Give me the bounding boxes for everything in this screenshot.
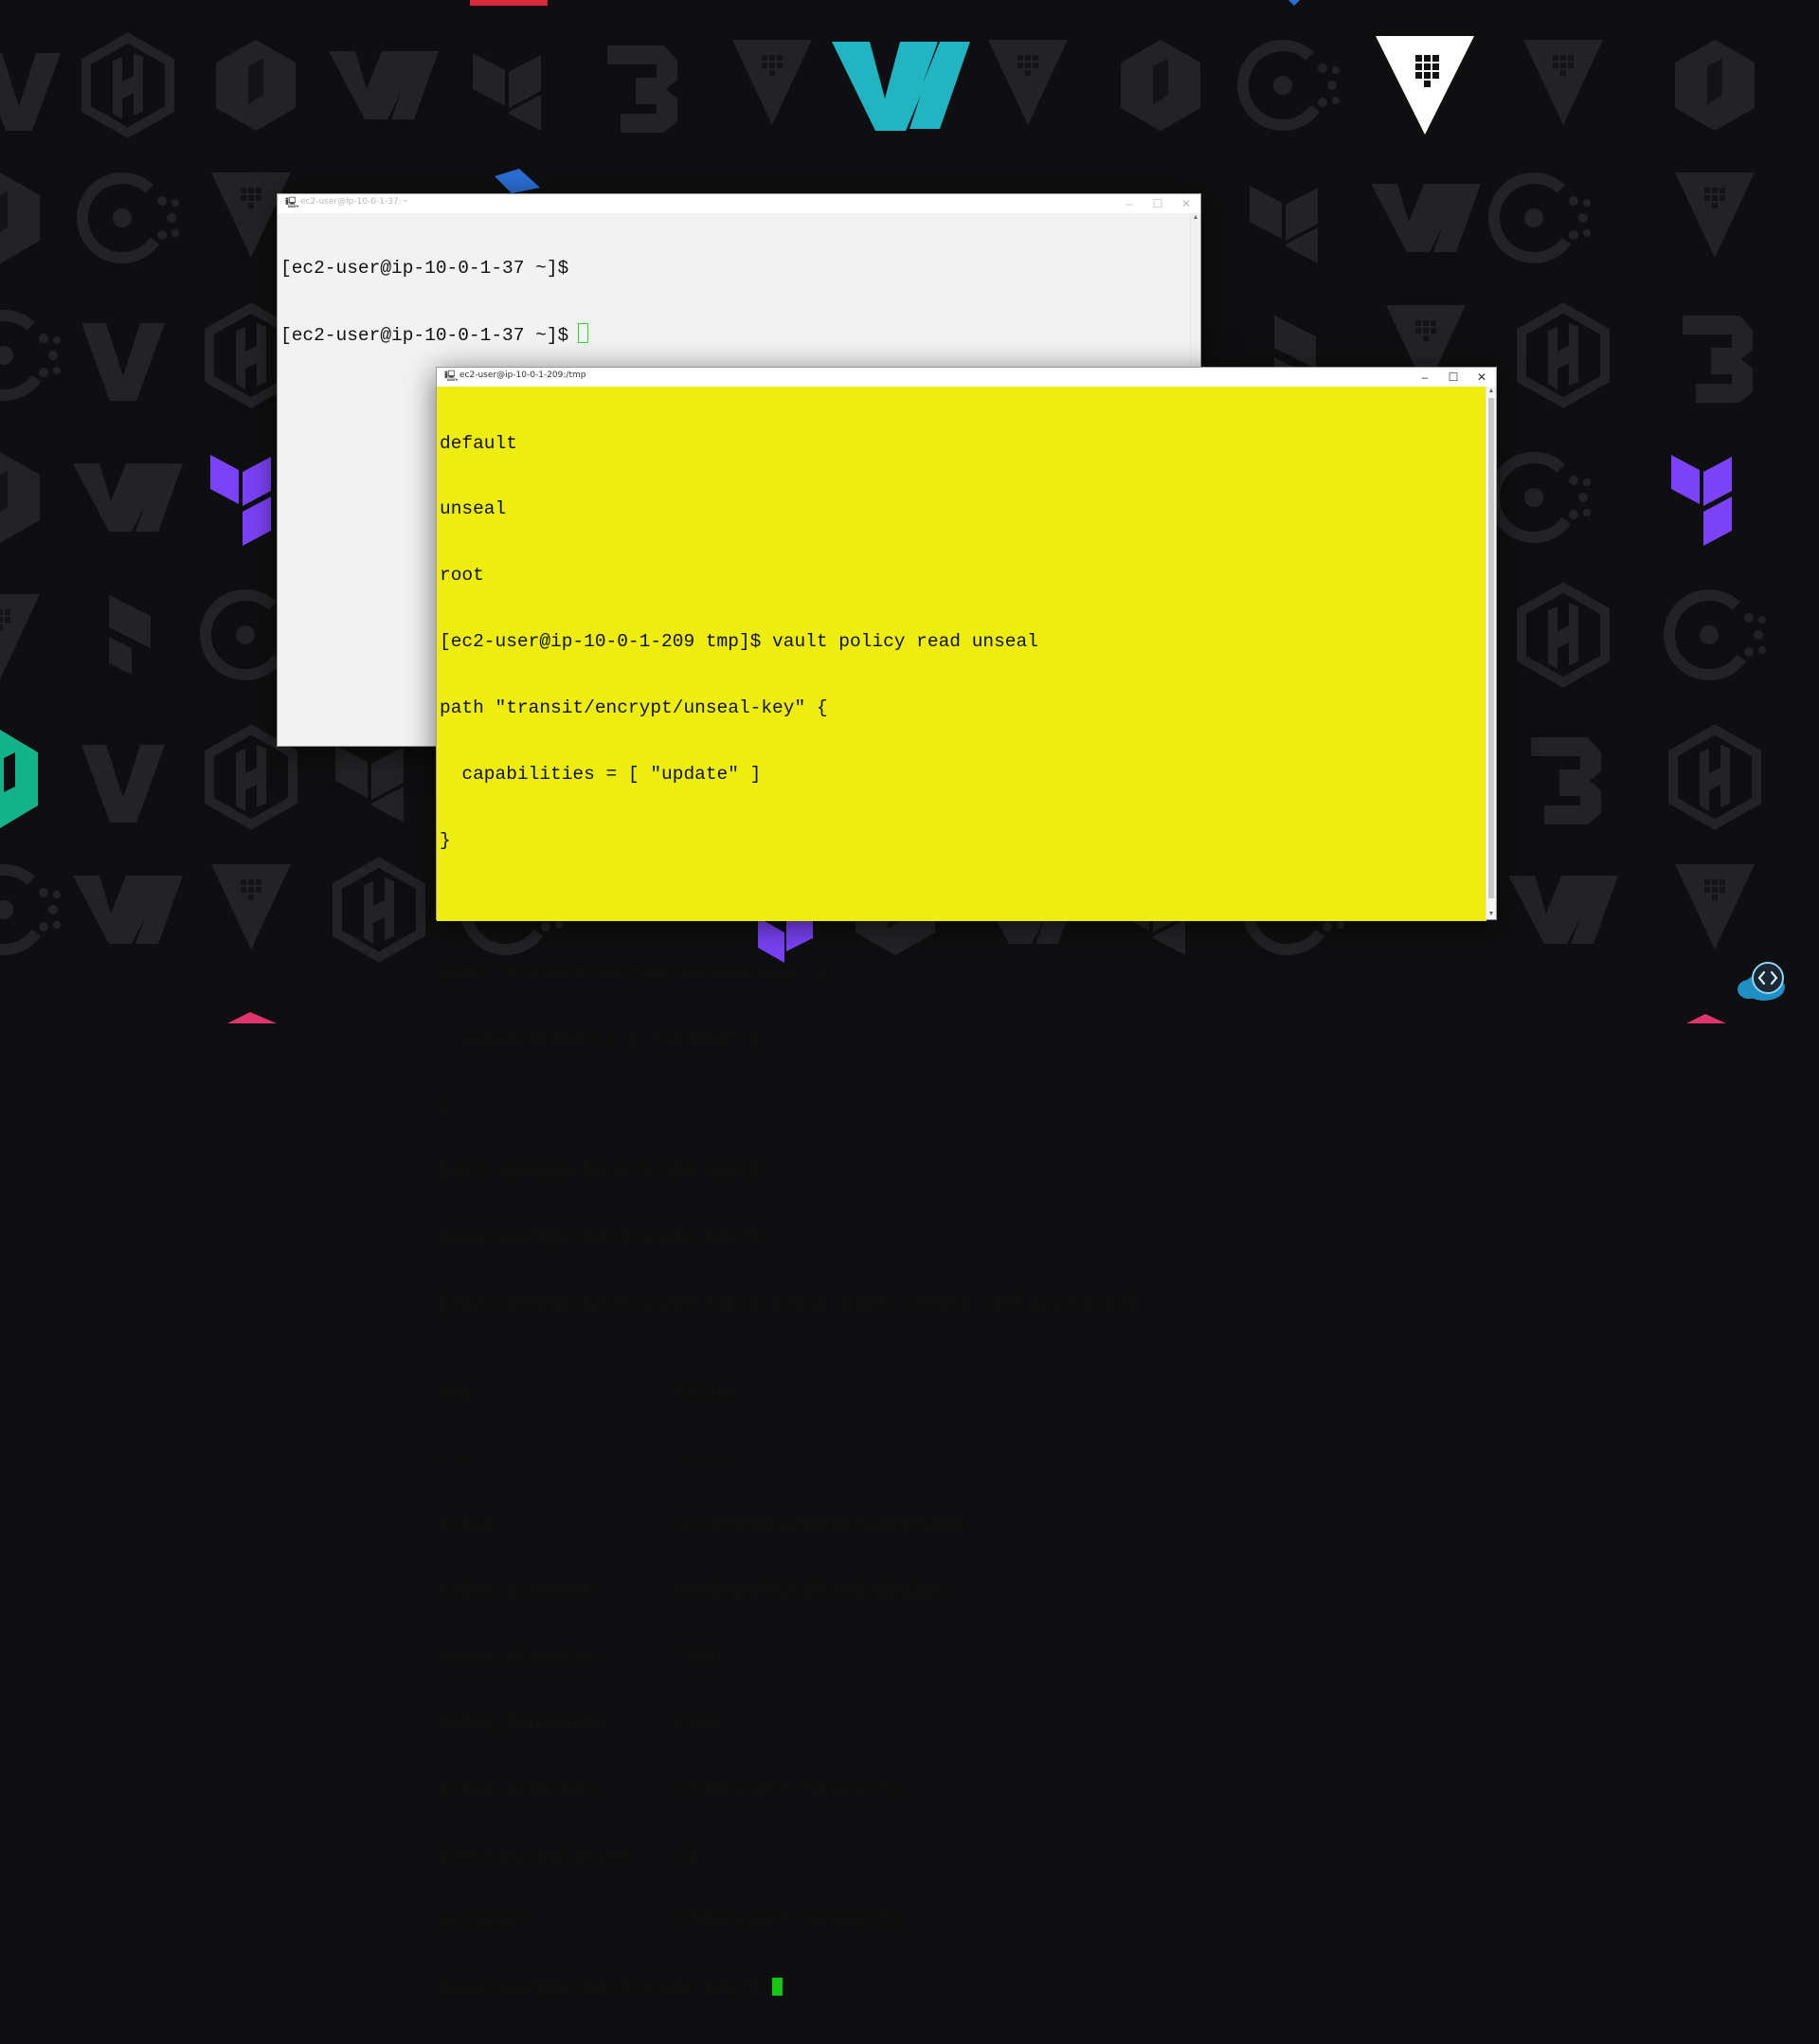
terminal-line: default <box>440 432 517 454</box>
putty-icon: 🖳 <box>444 371 459 382</box>
maximize-button[interactable]: ☐ <box>1144 194 1172 213</box>
scroll-up-icon[interactable]: ▲ <box>1191 213 1200 223</box>
divider-key: --- <box>440 1448 474 1470</box>
terminal-line: [ec2-user@ip-10-0-1-209 tmp]$ vault toke… <box>440 1293 1139 1315</box>
terminal-prompt-line[interactable]: [ec2-user@ip-10-0-1-209 tmp]$ <box>440 1978 1486 1999</box>
terminal-line: [ec2-user@ip-10-0-1-209 tmp]$ vault poli… <box>440 631 1038 653</box>
terraform-logo-purple-right <box>1671 455 1732 546</box>
scroll-thumb[interactable] <box>1488 398 1494 898</box>
cursor <box>578 323 589 344</box>
token-table-divider: --- ----- <box>440 1448 1486 1470</box>
hex-logo-green <box>0 730 38 828</box>
terminal-line: capabilities = [ "update" ] <box>440 764 762 786</box>
close-button[interactable]: ✕ <box>1172 194 1200 213</box>
boundary-logo-blue <box>495 169 540 193</box>
scrollbar[interactable]: ▲ ▼ <box>1486 387 1496 919</box>
waypoint-logo-teal <box>832 42 970 131</box>
terminal-line: [ec2-user@ip-10-0-1-209 tmp]$ <box>440 1227 762 1249</box>
maximize-button[interactable]: ☐ <box>1439 368 1468 387</box>
row-value: 768h <box>677 1646 722 1668</box>
token-table-header: Key Value <box>440 1382 1486 1403</box>
title-bar[interactable]: 🖳 ec2-user@ip-10-0-1-37:~ – ☐ ✕ <box>278 194 1200 214</box>
row-value: VtKG91SPhC515hHak3BBoZga <box>677 1581 944 1602</box>
vault-logo-white <box>1376 36 1474 135</box>
row-key: identity_policies <box>440 1845 628 1867</box>
terminal-line: [ec2-user@ip-10-0-1-209 tmp]$ <box>440 1161 762 1183</box>
table-row: token_policies ["default" "unseal"] <box>440 1780 1486 1801</box>
scroll-down-icon[interactable]: ▼ <box>1486 910 1496 919</box>
window-title: ec2-user@ip-10-0-1-209:/tmp <box>459 371 586 380</box>
window-title: ec2-user@ip-10-0-1-37:~ <box>300 197 409 207</box>
row-value: ["default" "unseal"] <box>677 1779 900 1800</box>
table-row: identity_policies [] <box>440 1846 1486 1868</box>
scroll-up-icon[interactable]: ▲ <box>1486 387 1496 396</box>
terraform-logo-purple-left <box>210 455 271 546</box>
terminal-line: [ec2-user@ip-10-0-1-37 ~]$ <box>280 323 1194 346</box>
column-key: Key <box>440 1382 474 1403</box>
column-value: Value <box>677 1382 733 1403</box>
row-key: policies <box>440 1911 529 1933</box>
divider-value: ----- <box>677 1448 733 1470</box>
minimize-button[interactable]: – <box>1115 194 1144 213</box>
terminal-output[interactable]: default unseal root [ec2-user@ip-10-0-1-… <box>437 387 1486 1999</box>
row-value: ["default" "unseal"] <box>677 1911 900 1933</box>
table-row: policies ["default" "unseal"] <box>440 1911 1486 1933</box>
terminal-line: [ec2-user@ip-10-0-1-37 ~]$ <box>280 257 569 279</box>
table-row: token_accessor VtKG91SPhC515hHak3BBoZga <box>440 1581 1486 1602</box>
table-row: token s.v9hDNlIycSM8zL7wsFo9vD0i <box>440 1514 1486 1536</box>
putty-icon: 🖳 <box>285 197 299 208</box>
row-key: token_accessor <box>440 1581 595 1602</box>
row-key: token_policies <box>440 1779 595 1800</box>
terminal-window-front[interactable]: 🖳 ec2-user@ip-10-0-1-209:/tmp – ☐ ✕ defa… <box>437 368 1496 1999</box>
row-value: true <box>677 1712 722 1734</box>
terminal-line: unseal <box>440 498 507 520</box>
row-value: s.v9hDNlIycSM8zL7wsFo9vD0i <box>677 1514 966 1536</box>
row-key: token_duration <box>440 1646 595 1668</box>
title-bar[interactable]: 🖳 ec2-user@ip-10-0-1-209:/tmp – ☐ ✕ <box>437 368 1496 388</box>
table-row: token_duration 768h <box>440 1647 1486 1669</box>
terminal-line: } <box>440 829 451 851</box>
red-accent-top <box>470 0 548 6</box>
row-key: token_renewable <box>440 1712 606 1734</box>
minimize-button[interactable]: – <box>1411 368 1439 387</box>
terminal-line: path "transit/decrypt/unseal-key" { <box>440 962 828 984</box>
shell-prompt: [ec2-user@ip-10-0-1-209 tmp]$ <box>440 1978 773 1999</box>
row-value: [] <box>677 1845 700 1867</box>
terminal-line: } <box>440 1094 451 1116</box>
cursor <box>772 1978 783 1997</box>
terminal-line: path "transit/encrypt/unseal-key" { <box>440 697 828 719</box>
code-brackets-icon <box>1736 961 1785 1003</box>
terminal-line: capabilities = [ "update" ] <box>440 1028 762 1050</box>
row-key: token <box>440 1514 495 1536</box>
terminal-line: root <box>440 565 484 587</box>
close-button[interactable]: ✕ <box>1468 368 1496 387</box>
table-row: token_renewable true <box>440 1713 1486 1735</box>
